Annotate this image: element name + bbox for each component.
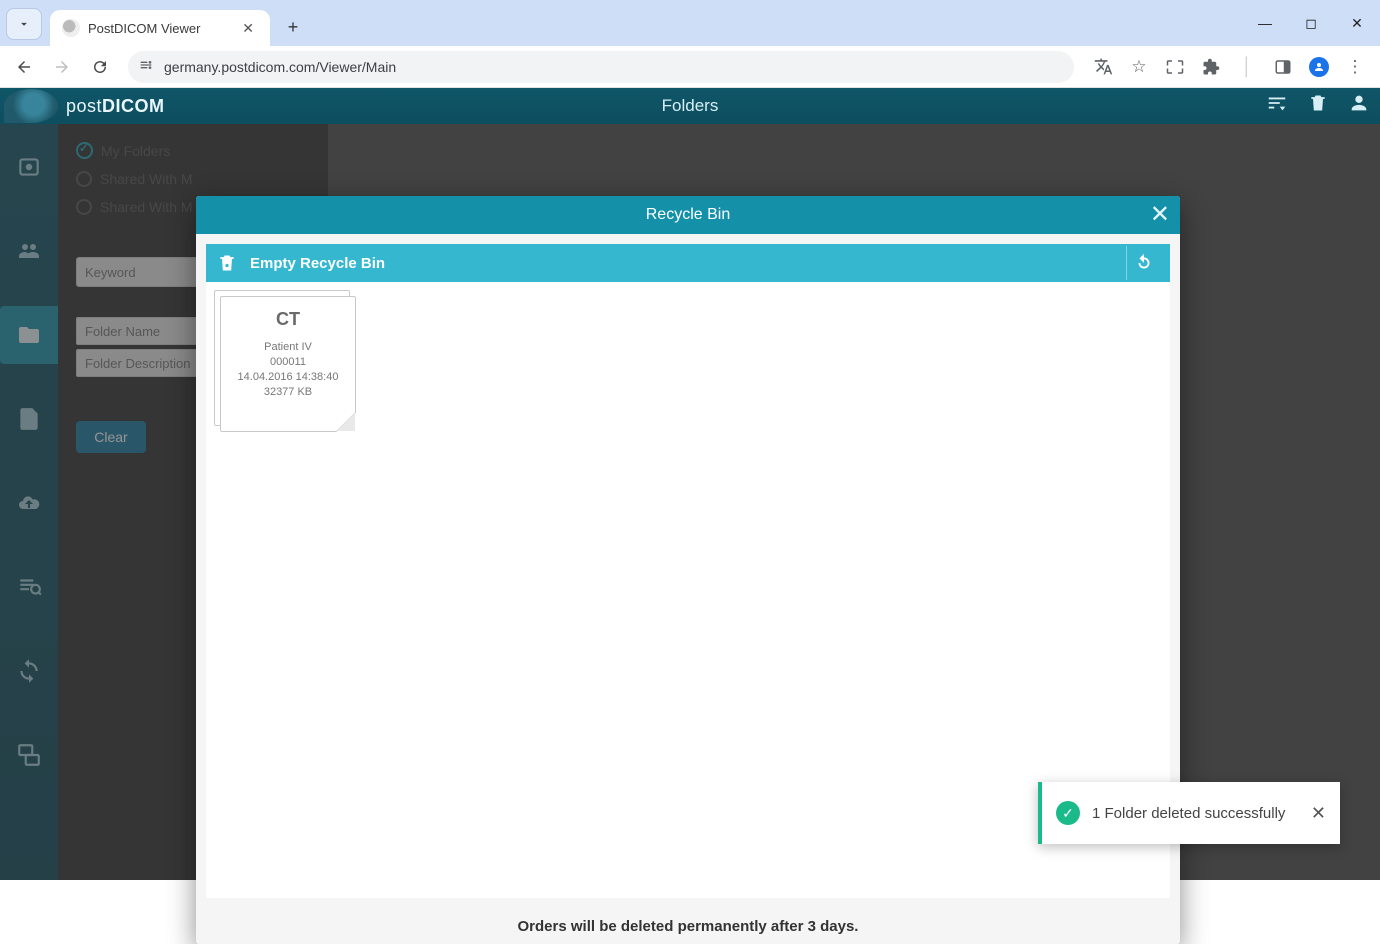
deleted-item-card[interactable]: CT Patient IV 000011 14.04.2016 14:38:40… — [220, 296, 360, 440]
app-viewport: postDICOM Folders My Folders Shared With… — [0, 88, 1380, 880]
tab-search-dropdown[interactable] — [6, 8, 42, 40]
card-front: CT Patient IV 000011 14.04.2016 14:38:40… — [220, 296, 356, 432]
logo-text: postDICOM — [66, 96, 165, 117]
chevron-down-icon — [17, 17, 31, 31]
window-minimize-button[interactable]: ― — [1242, 0, 1288, 46]
item-size: 32377 KB — [264, 385, 312, 400]
check-circle-icon: ✓ — [1056, 801, 1080, 825]
modal-body: Empty Recycle Bin CT Patient IV 000011 1… — [206, 244, 1170, 898]
address-bar[interactable]: germany.postdicom.com/Viewer/Main — [128, 51, 1074, 83]
profile-button[interactable] — [1302, 51, 1336, 83]
window-maximize-button[interactable]: ◻ — [1288, 0, 1334, 46]
reload-icon — [91, 58, 109, 76]
tab-favicon — [62, 19, 80, 37]
window-close-button[interactable]: ✕ — [1334, 0, 1380, 46]
app-header: postDICOM Folders — [0, 88, 1380, 124]
recycle-bin-icon[interactable] — [1308, 92, 1328, 120]
browser-toolbar: germany.postdicom.com/Viewer/Main ☆ │ ⋮ — [0, 46, 1380, 88]
arrow-right-icon — [53, 58, 71, 76]
item-datetime: 14.04.2016 14:38:40 — [238, 370, 339, 385]
tab-title: PostDICOM Viewer — [88, 21, 238, 36]
nav-forward-button[interactable] — [46, 51, 78, 83]
recycle-items-grid: CT Patient IV 000011 14.04.2016 14:38:40… — [206, 282, 1170, 898]
modal-header: Recycle Bin ✕ — [196, 196, 1180, 234]
extensions-icon[interactable] — [1194, 51, 1228, 83]
sidepanel-icon[interactable] — [1266, 51, 1300, 83]
screenshot-icon[interactable] — [1158, 51, 1192, 83]
empty-recycle-bin-button[interactable]: Empty Recycle Bin — [250, 255, 1126, 272]
sort-icon[interactable] — [1266, 92, 1288, 120]
bookmark-star-icon[interactable]: ☆ — [1122, 51, 1156, 83]
globe-icon — [4, 89, 58, 123]
modal-refresh-button[interactable] — [1126, 246, 1160, 280]
trash-icon — [216, 250, 238, 276]
window-controls: ― ◻ ✕ — [1242, 0, 1380, 46]
modal-close-button[interactable]: ✕ — [1150, 200, 1170, 229]
translate-icon[interactable] — [1086, 51, 1120, 83]
nav-back-button[interactable] — [8, 51, 40, 83]
item-modality: CT — [276, 309, 300, 330]
arrow-left-icon — [15, 58, 33, 76]
modal-footer-text: Orders will be deleted permanently after… — [196, 908, 1180, 944]
user-icon[interactable] — [1348, 92, 1370, 120]
browser-tab[interactable]: PostDICOM Viewer ✕ — [50, 10, 270, 46]
avatar-icon — [1309, 57, 1329, 77]
modal-action-bar: Empty Recycle Bin — [206, 244, 1170, 282]
success-toast: ✓ 1 Folder deleted successfully ✕ — [1038, 782, 1340, 844]
address-url: germany.postdicom.com/Viewer/Main — [164, 59, 1064, 75]
chrome-menu-button[interactable]: ⋮ — [1338, 51, 1372, 83]
toolbar-separator: │ — [1230, 51, 1264, 83]
browser-titlebar: PostDICOM Viewer ✕ + ― ◻ ✕ — [0, 0, 1380, 46]
item-patient: Patient IV — [264, 340, 312, 355]
tab-close-button[interactable]: ✕ — [238, 20, 258, 37]
toast-message: 1 Folder deleted successfully — [1092, 805, 1299, 822]
modal-title: Recycle Bin — [646, 206, 730, 224]
nav-reload-button[interactable] — [84, 51, 116, 83]
item-pid: 000011 — [270, 355, 306, 370]
app-logo[interactable]: postDICOM — [0, 89, 165, 123]
browser-chrome: PostDICOM Viewer ✕ + ― ◻ ✕ germany.postd… — [0, 0, 1380, 88]
toast-close-button[interactable]: ✕ — [1311, 803, 1326, 824]
site-settings-icon[interactable] — [138, 57, 154, 76]
new-tab-button[interactable]: + — [278, 12, 308, 42]
recycle-bin-modal: Recycle Bin ✕ Empty Recycle Bin CT Patie… — [196, 196, 1180, 944]
page-title: Folders — [662, 96, 719, 116]
